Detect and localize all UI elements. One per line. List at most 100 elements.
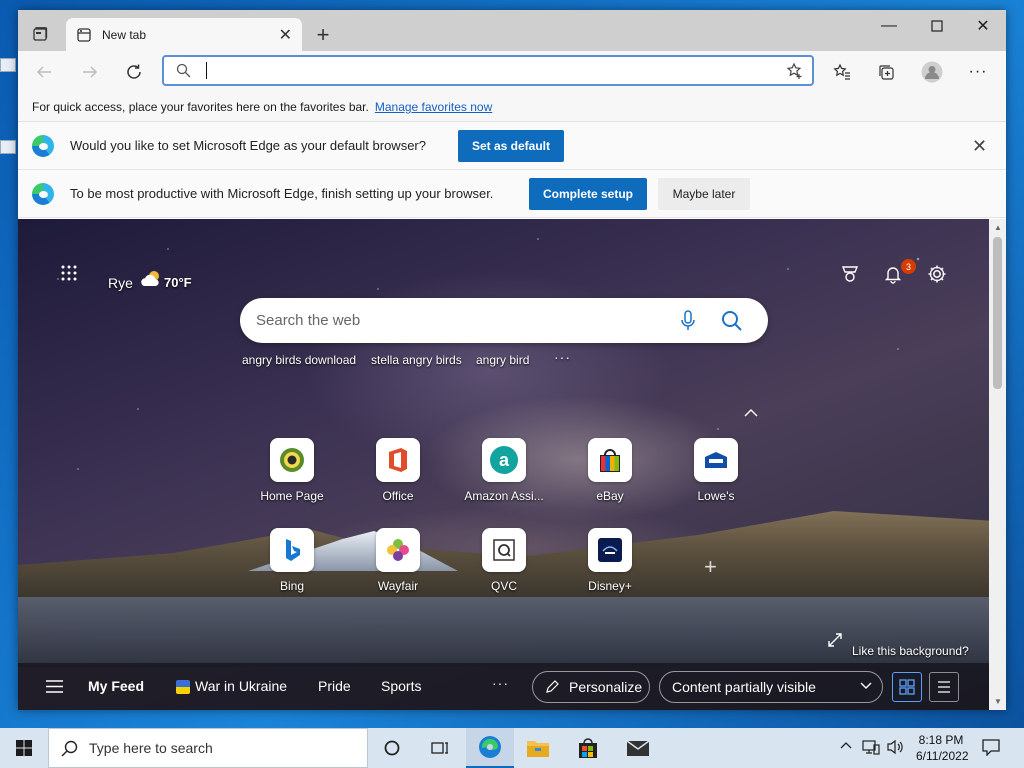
web-search-box[interactable]: Search the web (240, 298, 768, 343)
browser-window: New tab ✕ + — ✕ ··· For quick access, pl… (18, 10, 1006, 710)
profile-button[interactable] (916, 56, 948, 88)
page-scrollbar[interactable]: ▲ ▼ (989, 219, 1006, 710)
scroll-up-icon[interactable]: ▲ (994, 223, 1002, 232)
homepage-icon (270, 438, 314, 482)
search-suggestion[interactable]: stella angry birds (371, 353, 462, 367)
web-search-input[interactable]: Search the web (256, 312, 360, 329)
quicklink-tile[interactable]: Wayfair (343, 528, 453, 608)
qvc-icon (482, 528, 526, 572)
more-options-button[interactable]: ··· (962, 56, 994, 88)
close-infobar-icon[interactable]: ✕ (972, 136, 987, 157)
desktop-icon[interactable] (0, 140, 16, 154)
desktop-icon[interactable] (0, 58, 16, 72)
minimize-button[interactable]: — (866, 10, 912, 42)
complete-setup-button[interactable]: Complete setup (529, 178, 647, 210)
network-icon[interactable] (862, 739, 880, 755)
quicklink-tile[interactable]: a Amazon Assi... (449, 438, 559, 518)
refresh-button[interactable] (118, 56, 150, 88)
weather-temperature[interactable]: 70°F (164, 275, 192, 290)
search-suggestion[interactable]: angry bird (476, 353, 529, 367)
file-explorer-icon[interactable] (514, 728, 562, 768)
like-background-link[interactable]: Like this background? (852, 644, 969, 658)
feed-tab-war-in-ukraine[interactable]: War in Ukraine (195, 678, 287, 694)
close-tab-icon[interactable]: ✕ (279, 25, 292, 45)
disney-icon (588, 528, 632, 572)
taskbar-clock[interactable]: 8:18 PM 6/11/2022 (916, 732, 969, 764)
edge-logo-icon (32, 135, 54, 157)
favorites-button[interactable] (826, 56, 858, 88)
quicklink-tile[interactable]: Lowe's (661, 438, 771, 518)
maybe-later-button[interactable]: Maybe later (658, 178, 750, 210)
quicklink-tile[interactable]: Bing (237, 528, 347, 608)
browser-toolbar: ··· (18, 51, 1006, 93)
tab-actions-icon[interactable] (32, 26, 48, 42)
quicklink-tile[interactable]: eBay (555, 438, 665, 518)
volume-icon[interactable] (886, 739, 904, 755)
newtab-page-icon (76, 27, 92, 43)
quicklink-tile[interactable]: QVC (449, 528, 559, 608)
manage-favorites-link[interactable]: Manage favorites now (375, 100, 492, 114)
collapse-quicklinks-icon[interactable] (744, 409, 758, 417)
scrollbar-thumb[interactable] (993, 237, 1002, 389)
wayfair-icon (376, 528, 420, 572)
task-view-icon[interactable] (416, 728, 464, 768)
expand-icon[interactable] (828, 633, 842, 647)
show-hidden-icons-icon[interactable] (840, 741, 852, 749)
favorites-bar-text: For quick access, place your favorites h… (32, 100, 369, 114)
search-icon (176, 63, 191, 78)
quicklink-label: Wayfair (377, 579, 419, 593)
quicklink-label: QVC (490, 579, 517, 593)
quicklink-tile[interactable]: Home Page (237, 438, 347, 518)
content-visibility-dropdown[interactable]: Content partially visible (659, 671, 883, 703)
back-button[interactable] (28, 56, 60, 88)
mail-icon[interactable] (614, 728, 662, 768)
new-tab-button[interactable]: + (312, 22, 334, 47)
apps-launcher-icon[interactable] (60, 264, 78, 282)
notifications-bell-icon[interactable] (883, 264, 903, 284)
list-layout-button[interactable] (929, 672, 959, 702)
start-button[interactable] (0, 728, 48, 768)
tab-new-tab[interactable]: New tab ✕ (66, 18, 302, 51)
set-as-default-button[interactable]: Set as default (458, 130, 564, 162)
quicklink-tile[interactable]: Disney+ (555, 528, 665, 608)
microsoft-store-icon[interactable] (564, 728, 612, 768)
more-suggestions-icon[interactable]: ··· (554, 349, 571, 365)
lowes-icon (694, 438, 738, 482)
feed-tab-pride[interactable]: Pride (318, 678, 351, 694)
feed-more-icon[interactable]: ··· (492, 675, 509, 691)
personalize-button[interactable]: Personalize (532, 671, 650, 703)
infobar-text: Would you like to set Microsoft Edge as … (70, 138, 426, 153)
feed-tab-sports[interactable]: Sports (381, 678, 421, 694)
search-submit-icon[interactable] (721, 310, 743, 332)
feed-tab-my-feed[interactable]: My Feed (88, 678, 144, 694)
infobar-text: To be most productive with Microsoft Edg… (70, 186, 494, 201)
taskbar-edge-icon[interactable] (466, 728, 514, 768)
rewards-icon[interactable] (840, 264, 860, 284)
quicklink-label: Amazon Assi... (464, 489, 544, 503)
taskbar: Type here to search 8:18 PM 6/11/2022 (0, 728, 1024, 768)
quicklink-label: Disney+ (588, 579, 632, 593)
grid-layout-button[interactable] (892, 672, 922, 702)
amazon-icon: a (482, 438, 526, 482)
forward-button[interactable] (74, 56, 106, 88)
default-browser-infobar: Would you like to set Microsoft Edge as … (18, 122, 1006, 170)
close-window-button[interactable]: ✕ (960, 10, 1006, 42)
search-suggestion[interactable]: angry birds download (242, 353, 356, 367)
taskbar-search-box[interactable]: Type here to search (48, 728, 368, 768)
weather-location[interactable]: Rye (108, 275, 133, 291)
cortana-icon[interactable] (368, 728, 416, 768)
add-quicklink-icon[interactable]: + (704, 554, 717, 580)
scroll-down-icon[interactable]: ▼ (994, 697, 1002, 706)
search-icon (61, 740, 78, 757)
add-favorite-icon[interactable] (786, 62, 804, 80)
chevron-down-icon (860, 682, 872, 690)
svg-text:a: a (499, 450, 510, 470)
settings-gear-icon[interactable] (926, 263, 948, 285)
feed-menu-icon[interactable] (46, 680, 63, 693)
address-bar[interactable] (162, 55, 814, 86)
quicklink-tile[interactable]: Office (343, 438, 453, 518)
notifications-icon[interactable] (982, 738, 1000, 756)
microphone-icon[interactable] (680, 310, 696, 332)
collections-button[interactable] (870, 56, 902, 88)
maximize-button[interactable] (914, 10, 960, 42)
